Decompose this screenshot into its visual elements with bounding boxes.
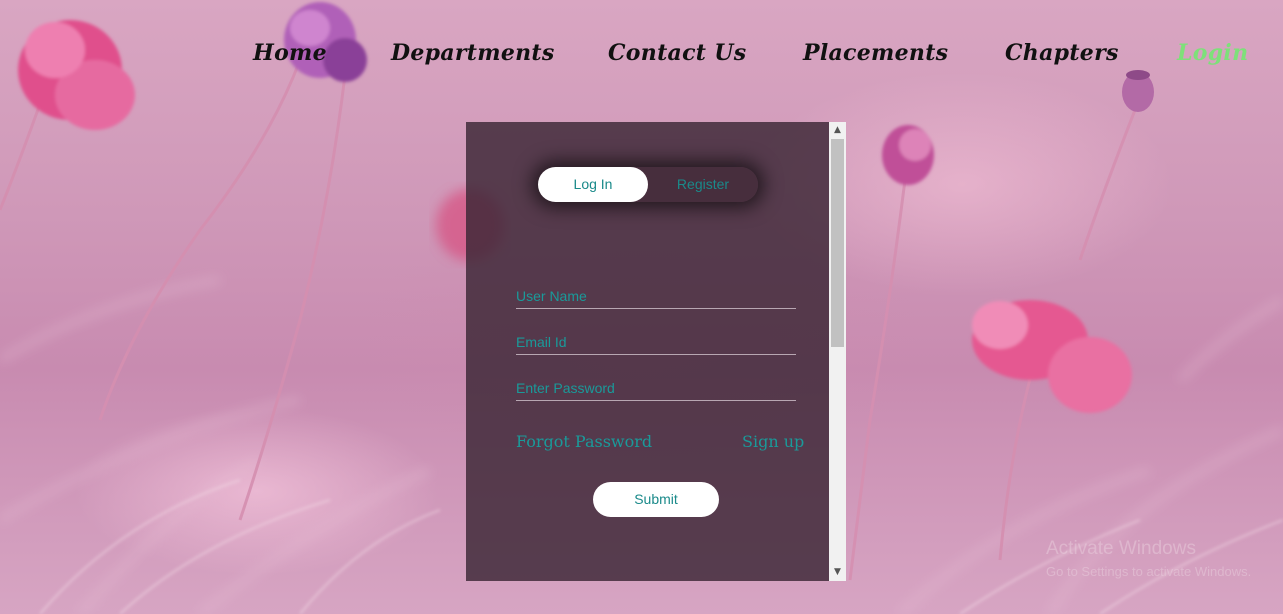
scroll-down-arrow-icon[interactable]: ▼ [829,564,846,581]
sign-up-link[interactable]: Sign up [742,432,804,451]
scroll-up-arrow-icon[interactable]: ▲ [829,122,846,139]
scroll-thumb[interactable] [831,139,844,347]
nav-chapters-link[interactable]: Chapters [1005,40,1119,66]
top-navigation: Home Departments Contact Us Placements C… [0,40,1283,80]
email-input[interactable] [516,330,796,355]
submit-button[interactable]: Submit [593,482,719,517]
panel-scrollbar[interactable]: ▲ ▼ [829,122,846,581]
password-input[interactable] [516,376,796,401]
nav-placements-link[interactable]: Placements [803,40,948,66]
watermark-title: Activate Windows [1046,538,1196,559]
nav-departments-link[interactable]: Departments [391,40,555,66]
username-input[interactable] [516,284,796,309]
windows-activation-watermark: Activate Windows Go to Settings to activ… [1046,538,1251,579]
nav-home-link[interactable]: Home [253,40,327,66]
login-register-toggle: Log In Register [538,167,758,202]
tab-log-in[interactable]: Log In [538,167,648,202]
nav-contact-us-link[interactable]: Contact Us [608,40,746,66]
watermark-subtitle: Go to Settings to activate Windows. [1046,564,1252,579]
nav-login-link[interactable]: Login [1177,40,1248,66]
forgot-password-link[interactable]: Forgot Password [516,432,652,451]
tab-register[interactable]: Register [648,167,758,202]
